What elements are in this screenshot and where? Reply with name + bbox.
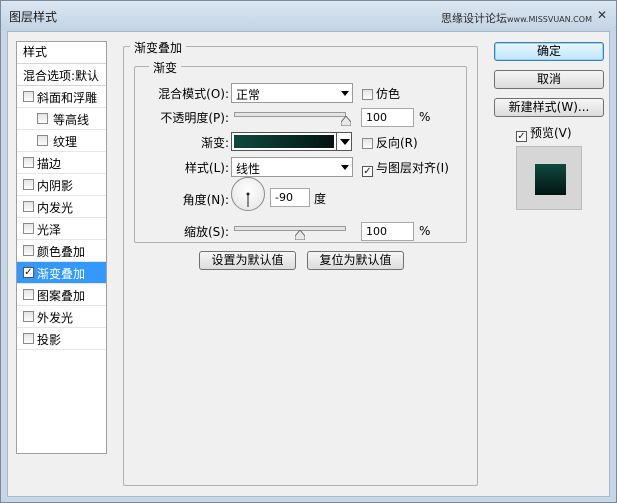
angle-dial[interactable] <box>231 177 265 211</box>
style-item-label: 描边 <box>37 157 62 171</box>
style-item[interactable]: 等高线 <box>17 108 106 130</box>
align-check-box[interactable] <box>362 166 373 177</box>
layer-style-dialog: 图层样式 思缘设计论坛www.MISSVUAN.COM ✕ 样式 混合选项:默认… <box>0 0 617 503</box>
style-item-checkbox[interactable] <box>37 135 48 146</box>
gradient-legend: 渐变 <box>149 59 182 76</box>
style-preview <box>516 146 582 210</box>
style-item[interactable]: 外发光 <box>17 306 106 328</box>
style-item[interactable]: 渐变叠加 <box>17 262 106 284</box>
reverse-check-box[interactable] <box>362 138 373 149</box>
style-select[interactable]: 线性 <box>231 157 353 177</box>
opacity-slider-thumb[interactable] <box>341 116 351 126</box>
style-item-checkbox[interactable] <box>23 179 34 190</box>
style-item-label: 斜面和浮雕 <box>37 91 98 105</box>
scale-unit: % <box>419 224 431 238</box>
chevron-down-icon <box>341 91 349 96</box>
style-item-label: 投影 <box>37 333 62 347</box>
gradient-overlay-group: 渐变叠加 渐变 混合模式(O): 正常 仿色 不透明度(P): 100 % 渐变… <box>123 39 478 486</box>
style-item-checkbox[interactable] <box>23 201 34 212</box>
opacity-label: 不透明度(P): <box>160 111 229 125</box>
blending-options-item[interactable]: 混合选项:默认 <box>17 64 106 86</box>
style-item-label: 内发光 <box>37 201 74 215</box>
style-item[interactable]: 斜面和浮雕 <box>17 86 106 108</box>
angle-dial-indicator <box>246 192 250 207</box>
window-title: 图层样式 <box>9 10 58 24</box>
preview-label: 预览(V) <box>530 126 572 140</box>
style-item-label: 等高线 <box>53 113 90 127</box>
style-item-checkbox[interactable] <box>23 245 34 256</box>
opacity-unit: % <box>419 110 431 124</box>
opacity-input[interactable]: 100 <box>361 108 414 127</box>
style-item-label: 颜色叠加 <box>37 245 86 259</box>
preview-check-box[interactable] <box>516 131 527 142</box>
dither-checkbox[interactable]: 仿色 <box>362 85 400 102</box>
style-item-label: 外发光 <box>37 311 74 325</box>
blend-mode-label: 混合模式(O): <box>158 87 229 101</box>
align-with-layer-checkbox[interactable]: 与图层对齐(I) <box>362 159 449 177</box>
style-items: 斜面和浮雕等高线纹理描边内阴影内发光光泽颜色叠加渐变叠加图案叠加外发光投影 <box>17 86 106 350</box>
style-value: 线性 <box>236 162 261 176</box>
chevron-down-icon <box>341 165 349 170</box>
gradient-swatch <box>234 135 334 148</box>
scale-slider[interactable] <box>234 226 346 231</box>
watermark: 思缘设计论坛www.MISSVUAN.COM <box>441 10 592 26</box>
style-item[interactable]: 内发光 <box>17 196 106 218</box>
style-item-label: 光泽 <box>37 223 62 237</box>
style-item-checkbox[interactable] <box>23 267 34 278</box>
styles-header[interactable]: 样式 <box>17 42 106 64</box>
style-label: 样式(L): <box>184 161 229 175</box>
style-item-checkbox[interactable] <box>23 157 34 168</box>
gradient-label: 渐变: <box>200 136 229 150</box>
align-label: 与图层对齐(I) <box>376 161 449 175</box>
style-item[interactable]: 颜色叠加 <box>17 240 106 262</box>
scale-input[interactable]: 100 <box>361 222 414 241</box>
style-item[interactable]: 内阴影 <box>17 174 106 196</box>
dither-check-box[interactable] <box>362 89 373 100</box>
new-style-button[interactable]: 新建样式(W)... <box>494 98 604 117</box>
style-item-label: 图案叠加 <box>37 289 86 303</box>
preview-swatch <box>535 164 566 195</box>
style-item-checkbox[interactable] <box>23 91 34 102</box>
cancel-button[interactable]: 取消 <box>494 70 604 89</box>
watermark-main: 思缘设计论坛 <box>441 12 507 25</box>
reverse-checkbox[interactable]: 反向(R) <box>362 134 418 151</box>
reverse-label: 反向(R) <box>376 136 418 150</box>
style-item-checkbox[interactable] <box>37 113 48 124</box>
style-item-label: 内阴影 <box>37 179 74 193</box>
scale-label: 缩放(S): <box>183 225 229 239</box>
style-list: 样式 混合选项:默认 斜面和浮雕等高线纹理描边内阴影内发光光泽颜色叠加渐变叠加图… <box>16 41 107 454</box>
angle-input[interactable]: -90 <box>270 188 310 207</box>
gradient-picker[interactable] <box>231 132 337 151</box>
style-item-label: 纹理 <box>53 135 78 149</box>
style-item-label: 渐变叠加 <box>37 267 86 281</box>
gradient-dropdown-button[interactable] <box>336 132 352 151</box>
style-item[interactable]: 纹理 <box>17 130 106 152</box>
dialog-body: 样式 混合选项:默认 斜面和浮雕等高线纹理描边内阴影内发光光泽颜色叠加渐变叠加图… <box>7 31 610 497</box>
gradient-group: 渐变 混合模式(O): 正常 仿色 不透明度(P): 100 % 渐变: 反向(… <box>134 59 467 243</box>
style-item[interactable]: 投影 <box>17 328 106 350</box>
scale-slider-thumb[interactable] <box>295 230 306 240</box>
style-item[interactable]: 光泽 <box>17 218 106 240</box>
style-item-checkbox[interactable] <box>23 223 34 234</box>
watermark-url: www.MISSVUAN.COM <box>507 15 592 24</box>
style-item[interactable]: 图案叠加 <box>17 284 106 306</box>
preview-checkbox[interactable]: 预览(V) <box>516 124 572 142</box>
style-item[interactable]: 描边 <box>17 152 106 174</box>
angle-unit: 度 <box>314 192 327 206</box>
angle-label: 角度(N): <box>182 193 229 207</box>
blend-mode-select[interactable]: 正常 <box>231 83 353 103</box>
reset-default-button[interactable]: 复位为默认值 <box>307 251 404 270</box>
ok-button[interactable]: 确定 <box>494 42 604 61</box>
close-button[interactable]: ✕ <box>593 7 611 23</box>
blend-mode-value: 正常 <box>236 88 261 102</box>
opacity-slider[interactable] <box>234 112 346 117</box>
style-item-checkbox[interactable] <box>23 311 34 322</box>
gradient-overlay-legend: 渐变叠加 <box>130 39 187 56</box>
dither-label: 仿色 <box>376 87 401 101</box>
make-default-button[interactable]: 设置为默认值 <box>199 251 296 270</box>
style-item-checkbox[interactable] <box>23 289 34 300</box>
style-item-checkbox[interactable] <box>23 333 34 344</box>
title-bar[interactable]: 图层样式 思缘设计论坛www.MISSVUAN.COM ✕ <box>1 1 616 31</box>
